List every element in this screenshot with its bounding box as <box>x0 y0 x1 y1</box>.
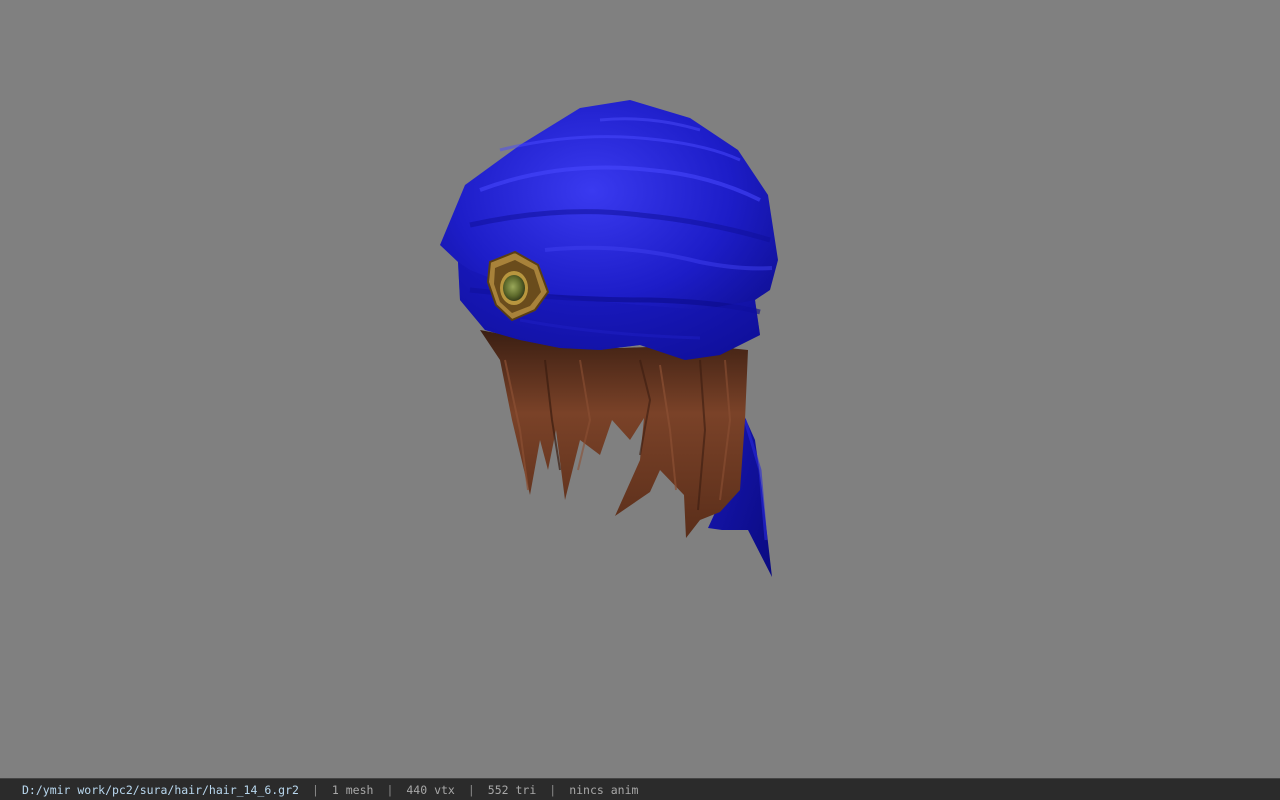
triangle-count: 552 tri <box>487 782 537 797</box>
status-separator: | <box>311 782 319 797</box>
3d-viewport[interactable] <box>0 0 1280 778</box>
status-bar: D:/ymir work/pc2/sura/hair/hair_14_6.gr2… <box>0 778 1280 800</box>
vertex-count: 440 vtx <box>406 782 455 797</box>
file-path: D:/ymir work/pc2/sura/hair/hair_14_6.gr2 <box>22 782 299 797</box>
bandana-cap <box>440 100 778 360</box>
status-separator: | <box>467 782 475 797</box>
animation-status: nincs anim <box>569 782 639 797</box>
hair-strands <box>480 330 748 538</box>
mesh-count: 1 mesh <box>331 782 374 797</box>
status-separator: | <box>386 782 394 797</box>
hair-model-render <box>440 100 778 577</box>
status-separator: | <box>549 782 557 797</box>
